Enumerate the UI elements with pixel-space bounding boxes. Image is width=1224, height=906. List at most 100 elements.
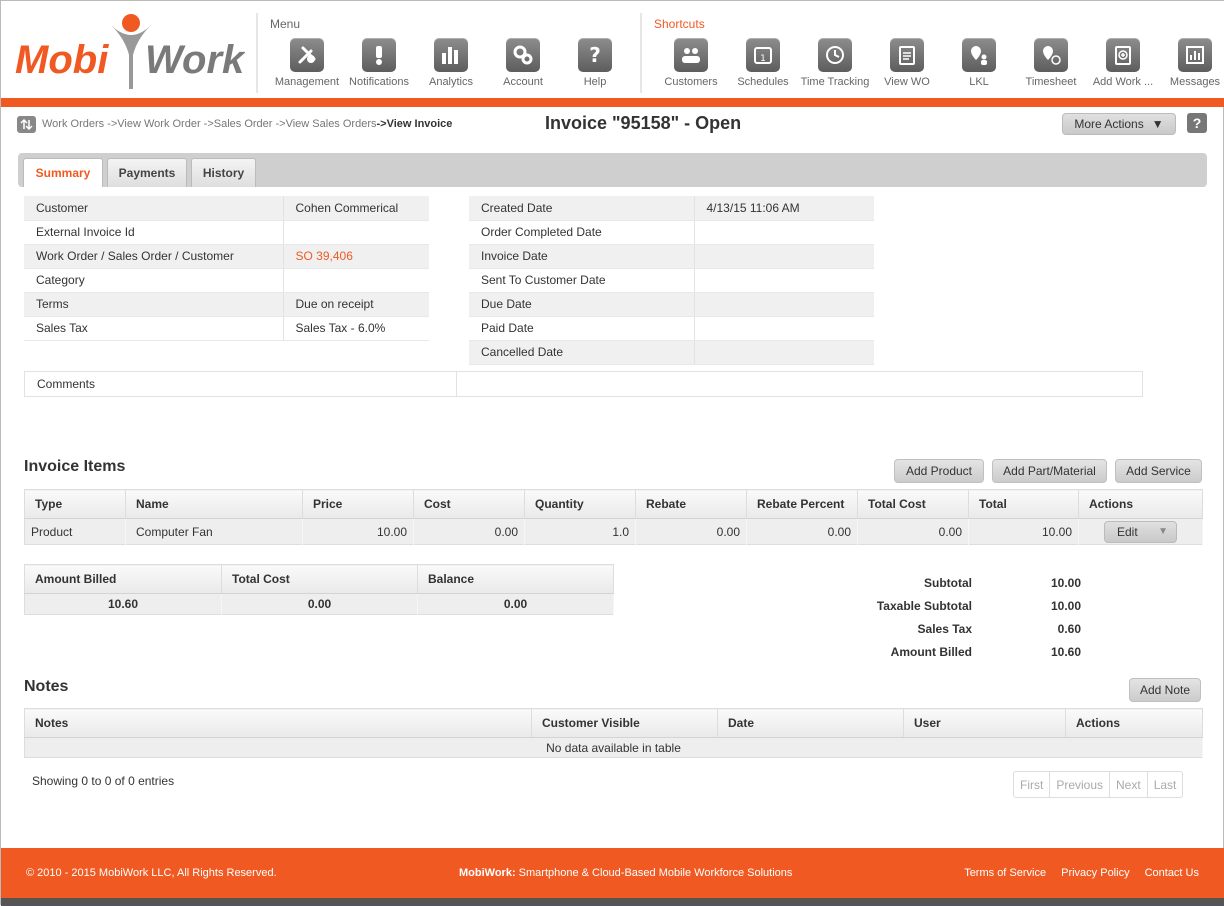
- date-row-paid: Paid Date: [469, 316, 874, 341]
- help-button[interactable]: ?: [1187, 113, 1207, 133]
- total-amount-billed: Amount Billed 10.60: [841, 640, 1081, 663]
- field-label: Work Order / Sales Order / Customer: [24, 244, 283, 269]
- summary-row-category: Category: [24, 268, 429, 293]
- breadcrumb-path[interactable]: Work Orders ->View Work Order ->Sales Or…: [42, 118, 377, 130]
- col-quantity[interactable]: Quantity: [524, 489, 636, 519]
- privacy-link[interactable]: Privacy Policy: [1061, 867, 1129, 879]
- total-subtotal: Subtotal 10.00: [841, 571, 1081, 594]
- comments-label: Comments: [25, 372, 457, 396]
- mobiwork-logo[interactable]: Mobi Work: [15, 11, 246, 91]
- col-rebate[interactable]: Rebate: [635, 489, 747, 519]
- menu-item-management[interactable]: Management: [271, 38, 343, 88]
- wrench-screwdriver-icon: [290, 38, 324, 72]
- col-actions: Actions: [1078, 489, 1203, 519]
- svg-text:?: ?: [589, 44, 601, 66]
- menu-item-help[interactable]: ? Help: [559, 38, 631, 88]
- field-label: Invoice Date: [469, 244, 694, 269]
- header-accent-bar: [1, 98, 1224, 107]
- shortcut-time-tracking[interactable]: Time Tracking: [799, 38, 871, 88]
- field-value: [693, 340, 874, 365]
- contact-link[interactable]: Contact Us: [1145, 867, 1199, 879]
- field-label: Sent To Customer Date: [469, 268, 694, 293]
- swap-arrows-icon[interactable]: [17, 115, 36, 133]
- field-label: Due Date: [469, 292, 694, 317]
- shortcut-label: Add Work ...: [1092, 76, 1154, 88]
- pager-previous[interactable]: Previous: [1050, 772, 1111, 797]
- exclamation-icon: [362, 38, 396, 72]
- pager-first[interactable]: First: [1014, 772, 1051, 797]
- add-note-button[interactable]: Add Note: [1129, 678, 1201, 702]
- col-total-cost[interactable]: Total Cost: [857, 489, 969, 519]
- field-value: 4/13/15 11:06 AM: [693, 196, 874, 221]
- total-value: 10.00: [1050, 575, 1081, 590]
- tab-history[interactable]: History: [191, 158, 256, 187]
- more-actions-button[interactable]: More Actions ▼: [1062, 113, 1176, 135]
- clipboard-list-icon: [890, 38, 924, 72]
- add-product-button[interactable]: Add Product: [894, 459, 984, 483]
- sales-order-link[interactable]: SO 39,406: [296, 249, 353, 263]
- cell-rebate-percent: 0.00: [746, 518, 858, 545]
- pager-last[interactable]: Last: [1148, 772, 1183, 797]
- terms-link[interactable]: Terms of Service: [964, 867, 1046, 879]
- table-header: Notes Customer Visible Date User Actions: [24, 708, 1203, 738]
- col-customer-visible[interactable]: Customer Visible: [531, 708, 718, 738]
- field-value: [282, 268, 429, 293]
- total-label: Taxable Subtotal: [876, 598, 972, 613]
- menu-item-analytics[interactable]: Analytics: [415, 38, 487, 88]
- billing-table: Amount Billed Total Cost Balance 10.60 0…: [24, 564, 614, 615]
- notes-table: Notes Customer Visible Date User Actions…: [24, 708, 1203, 758]
- add-part-material-button[interactable]: Add Part/Material: [992, 459, 1107, 483]
- more-actions-label: More Actions: [1074, 117, 1144, 131]
- summary-row-terms: Terms Due on receipt: [24, 292, 429, 317]
- shortcut-customers[interactable]: Customers: [655, 38, 727, 88]
- cell-total-cost: 0.00: [221, 593, 418, 615]
- col-amount-billed: Amount Billed: [24, 564, 222, 594]
- menu-item-account[interactable]: Account: [487, 38, 559, 88]
- col-price[interactable]: Price: [302, 489, 414, 519]
- tab-payments[interactable]: Payments: [107, 158, 187, 187]
- col-type[interactable]: Type: [24, 489, 126, 519]
- shortcut-add-work[interactable]: Add Work ...: [1087, 38, 1159, 88]
- tab-summary[interactable]: Summary: [23, 158, 103, 187]
- shortcut-schedules[interactable]: 1 Schedules: [727, 38, 799, 88]
- field-label: Terms: [24, 292, 283, 317]
- cell-actions: Edit ▼: [1078, 518, 1203, 545]
- total-value: 0.60: [1057, 621, 1081, 636]
- col-rebate-percent[interactable]: Rebate Percent: [746, 489, 858, 519]
- col-user[interactable]: User: [903, 708, 1066, 738]
- app-window: Mobi Work Menu Management Notifications: [0, 0, 1224, 906]
- field-value: Cohen Commerical: [282, 196, 429, 221]
- field-label: Order Completed Date: [469, 220, 694, 245]
- caret-down-icon: ▼: [1158, 526, 1168, 537]
- shortcut-view-wo[interactable]: View WO: [871, 38, 943, 88]
- edit-button[interactable]: Edit ▼: [1104, 520, 1177, 543]
- col-date[interactable]: Date: [717, 708, 904, 738]
- col-cost[interactable]: Cost: [413, 489, 525, 519]
- pager-next[interactable]: Next: [1110, 772, 1148, 797]
- cell-cost: 0.00: [413, 518, 525, 545]
- top-header: Mobi Work Menu Management Notifications: [1, 1, 1224, 98]
- shortcut-timesheet[interactable]: Timesheet: [1015, 38, 1087, 88]
- cell-total-cost: 0.00: [857, 518, 969, 545]
- menu-item-label: Help: [583, 76, 607, 88]
- table-row: Product Computer Fan 10.00 0.00 1.0 0.00…: [24, 518, 1203, 545]
- field-value: [693, 292, 874, 317]
- total-taxable-subtotal: Taxable Subtotal 10.00: [841, 594, 1081, 617]
- add-service-button[interactable]: Add Service: [1115, 459, 1202, 483]
- col-total[interactable]: Total: [968, 489, 1079, 519]
- shortcut-lkl[interactable]: LKL: [943, 38, 1015, 88]
- calendar-icon: 1: [746, 38, 780, 72]
- shortcut-messages[interactable]: Messages: [1159, 38, 1224, 88]
- menu-item-label: Account: [503, 76, 543, 88]
- col-name[interactable]: Name: [125, 489, 303, 519]
- invoice-items-table: Type Name Price Cost Quantity Rebate Reb…: [24, 489, 1203, 545]
- menu-item-notifications[interactable]: Notifications: [343, 38, 415, 88]
- cell-balance: 0.00: [417, 593, 614, 615]
- col-notes[interactable]: Notes: [24, 708, 532, 738]
- total-label: Subtotal: [924, 575, 972, 590]
- summary-right-table: Created Date 4/13/15 11:06 AM Order Comp…: [469, 196, 874, 365]
- footer: © 2010 - 2015 MobiWork LLC, All Rights R…: [1, 848, 1224, 898]
- date-row-invoice: Invoice Date: [469, 244, 874, 269]
- caret-down-icon: ▼: [1151, 117, 1164, 131]
- totals-panel: Subtotal 10.00 Taxable Subtotal 10.00 Sa…: [841, 571, 1081, 663]
